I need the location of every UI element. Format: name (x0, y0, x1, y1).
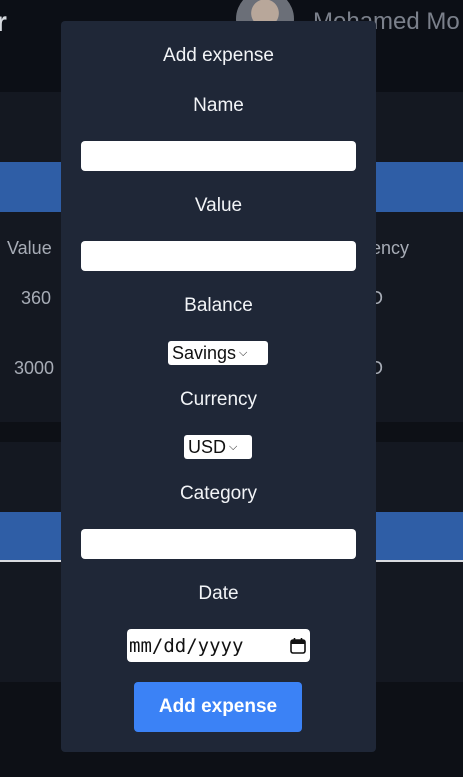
column-header-currency: ency (371, 238, 410, 258)
add-expense-button[interactable]: Add expense (134, 682, 302, 732)
table-cell-value: 360 (21, 288, 52, 308)
brand-title: r (0, 6, 7, 37)
category-label: Category (179, 483, 258, 504)
calendar-icon[interactable] (289, 637, 307, 655)
name-label: Name (193, 95, 244, 116)
column-header-value: Value (7, 238, 52, 258)
date-input[interactable]: mm/dd/yyyy (127, 629, 310, 662)
add-expense-modal: Add expense Name Value Balance Savings ⌵… (61, 21, 376, 752)
currency-label: Currency (179, 389, 258, 410)
currency-select-value: USD (188, 436, 227, 457)
balance-select-value: Savings (172, 342, 237, 363)
chevron-down-icon: ⌵ (239, 346, 248, 359)
balance-select[interactable]: Savings ⌵ (168, 341, 268, 365)
value-input[interactable] (81, 241, 356, 271)
modal-title: Add expense (163, 45, 274, 66)
date-label: Date (198, 583, 239, 604)
value-label: Value (194, 195, 243, 216)
category-input[interactable] (81, 529, 356, 559)
currency-select[interactable]: USD ⌵ (184, 435, 252, 459)
chevron-down-icon: ⌵ (229, 440, 238, 453)
table-cell-value: 3000 (14, 358, 55, 378)
date-placeholder: mm/dd/yyyy (129, 634, 244, 657)
balance-label: Balance (184, 295, 253, 316)
name-input[interactable] (81, 141, 356, 171)
